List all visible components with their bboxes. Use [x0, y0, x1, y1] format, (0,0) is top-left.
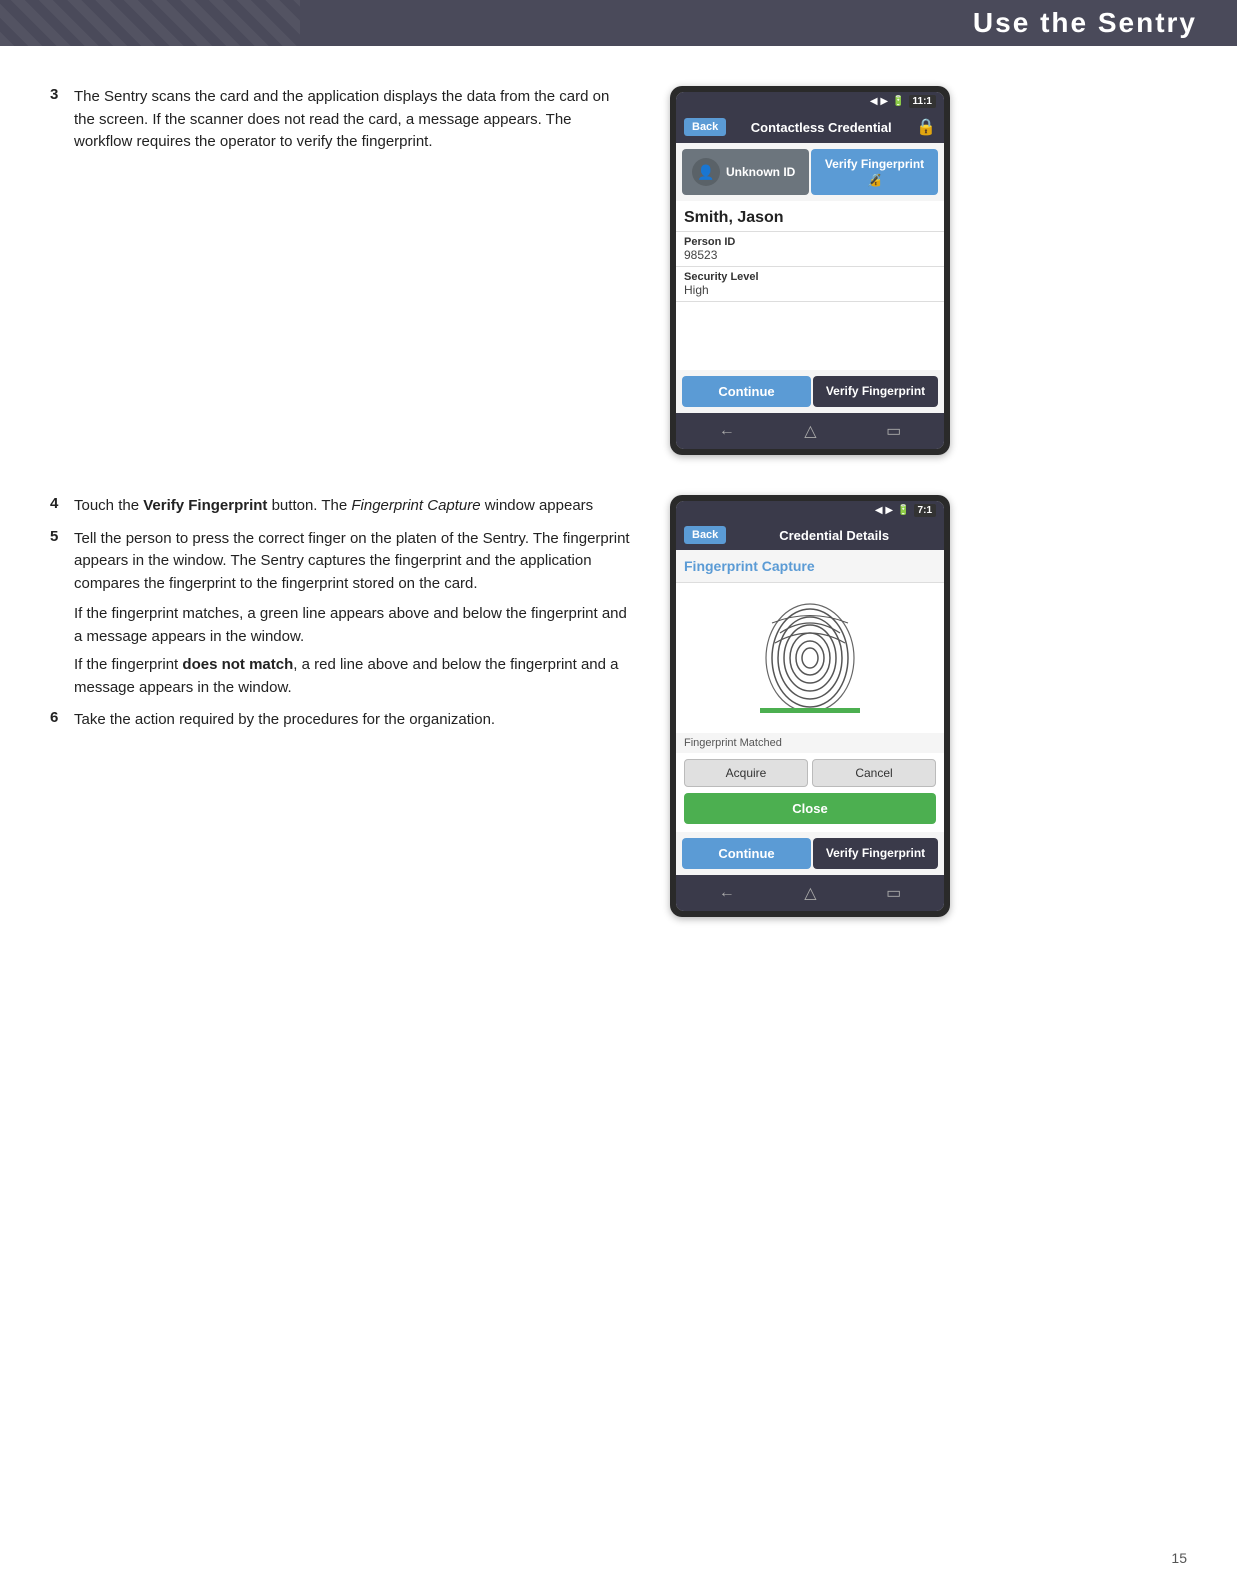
continue-button-2[interactable]: Continue	[682, 838, 811, 869]
person-name-1: Smith, Jason	[676, 201, 944, 232]
step4-item: 4 Touch the Verify Fingerprint button. T…	[50, 495, 630, 518]
steps456-section: 4 Touch the Verify Fingerprint button. T…	[50, 495, 1187, 917]
step5-sub1: If the fingerprint matches, a green line…	[74, 603, 630, 648]
fp-image-area	[676, 583, 944, 733]
app-header-2: Back Credential Details	[676, 520, 944, 550]
verify-fp-bold: Verify Fingerprint	[143, 497, 267, 514]
back-button-1[interactable]: Back	[684, 118, 726, 136]
cancel-button[interactable]: Cancel	[812, 759, 936, 787]
person-icon: 👤	[692, 158, 720, 186]
step4-content: Touch the Verify Fingerprint button. The…	[74, 495, 593, 518]
page-header: Use the Sentry	[0, 0, 1237, 46]
security-level-field: Security Level High	[676, 267, 944, 302]
step3-number: 3	[50, 86, 74, 103]
fingerprint-svg	[760, 603, 860, 713]
acquire-button[interactable]: Acquire	[684, 759, 808, 787]
battery-icon-2: 🔋	[897, 505, 909, 516]
nav-bar-1: ← △ ▭	[676, 413, 944, 449]
step6-number: 6	[50, 709, 74, 726]
status-bar-1: ◀ ▶ 🔋 11:1	[676, 92, 944, 111]
continue-button-1[interactable]: Continue	[682, 376, 811, 407]
unknown-id-button[interactable]: 👤 Unknown ID	[682, 149, 809, 195]
step5-item: 5 Tell the person to press the correct f…	[50, 528, 630, 596]
fingerprint-icon-1: 🔏	[867, 173, 882, 187]
signal-icon-2: ◀ ▶	[875, 505, 893, 516]
security-level-label: Security Level	[684, 271, 936, 283]
bottom-action-bar-2: Continue Verify Fingerprint	[676, 832, 944, 875]
step5-content: Tell the person to press the correct fin…	[74, 528, 630, 596]
action-buttons-1: 👤 Unknown ID Verify Fingerprint 🔏	[676, 143, 944, 201]
nav-home-icon-1[interactable]: △	[804, 421, 816, 441]
nav-menu-icon-1[interactable]: ▭	[886, 421, 901, 441]
fp-acquire-cancel: Acquire Cancel	[676, 753, 944, 793]
person-id-value: 98523	[684, 248, 936, 262]
step3-section: 3 The Sentry scans the card and the appl…	[50, 86, 1187, 455]
nav-back-icon-1[interactable]: ←	[719, 422, 735, 440]
back-button-2[interactable]: Back	[684, 526, 726, 544]
steps456-text-area: 4 Touch the Verify Fingerprint button. T…	[50, 495, 630, 917]
step3-text-area: 3 The Sentry scans the card and the appl…	[50, 86, 630, 455]
phone-mockup-1: ◀ ▶ 🔋 11:1 Back Contactless Credential 🔒…	[670, 86, 950, 455]
step3-content: The Sentry scans the card and the applic…	[74, 86, 630, 154]
unknown-id-label: Unknown ID	[726, 165, 795, 179]
person-id-field: Person ID 98523	[676, 232, 944, 267]
page-number: 15	[1171, 1550, 1187, 1566]
person-id-label: Person ID	[684, 236, 936, 248]
status-time-2: 7:1	[914, 504, 936, 517]
fingerprint-image	[760, 603, 860, 713]
app-header-title-1: Contactless Credential	[732, 120, 910, 135]
does-not-match-bold: does not match	[182, 656, 293, 673]
step5-sub-steps: If the fingerprint matches, a green line…	[74, 603, 630, 699]
phone-screen-2: ◀ ▶ 🔋 7:1 Back Credential Details Finger…	[676, 501, 944, 911]
page-content: 3 The Sentry scans the card and the appl…	[0, 46, 1237, 1017]
verify-fp-bottom-button[interactable]: Verify Fingerprint	[813, 376, 938, 407]
battery-icon: 🔋	[892, 96, 904, 107]
step3-item: 3 The Sentry scans the card and the appl…	[50, 86, 630, 154]
close-button[interactable]: Close	[684, 793, 936, 824]
verify-fp-button-2[interactable]: Verify Fingerprint	[813, 838, 938, 869]
lock-icon-1: 🔒	[916, 117, 936, 137]
step5-number: 5	[50, 528, 74, 545]
security-level-value: High	[684, 283, 936, 297]
page-title: Use the Sentry	[973, 7, 1197, 39]
step6-item: 6 Take the action required by the proced…	[50, 709, 630, 732]
spacer-1	[676, 302, 944, 362]
app-header-1: Back Contactless Credential 🔒	[676, 111, 944, 143]
step6-content: Take the action required by the procedur…	[74, 709, 495, 732]
fp-capture-header: Fingerprint Capture	[676, 550, 944, 583]
step5-sub2: If the fingerprint does not match, a red…	[74, 654, 630, 699]
nav-bar-2: ← △ ▭	[676, 875, 944, 911]
nav-back-icon-2[interactable]: ←	[719, 884, 735, 902]
phone-screen-1: ◀ ▶ 🔋 11:1 Back Contactless Credential 🔒…	[676, 92, 944, 449]
fp-matched-text: Fingerprint Matched	[676, 733, 944, 753]
fp-capture-italic: Fingerprint Capture	[351, 497, 480, 514]
signal-icon: ◀ ▶	[870, 96, 888, 107]
status-bar-2: ◀ ▶ 🔋 7:1	[676, 501, 944, 520]
verify-fingerprint-button-1[interactable]: Verify Fingerprint 🔏	[811, 149, 938, 195]
verify-fp-label-1: Verify Fingerprint	[825, 157, 924, 171]
status-time-1: 11:1	[909, 95, 936, 108]
app-header-title-2: Credential Details	[732, 528, 936, 543]
phone-mockup-2: ◀ ▶ 🔋 7:1 Back Credential Details Finger…	[670, 495, 950, 917]
bottom-action-bar-1: Continue Verify Fingerprint	[676, 370, 944, 413]
nav-home-icon-2[interactable]: △	[804, 883, 816, 903]
step4-number: 4	[50, 495, 74, 512]
nav-menu-icon-2[interactable]: ▭	[886, 883, 901, 903]
